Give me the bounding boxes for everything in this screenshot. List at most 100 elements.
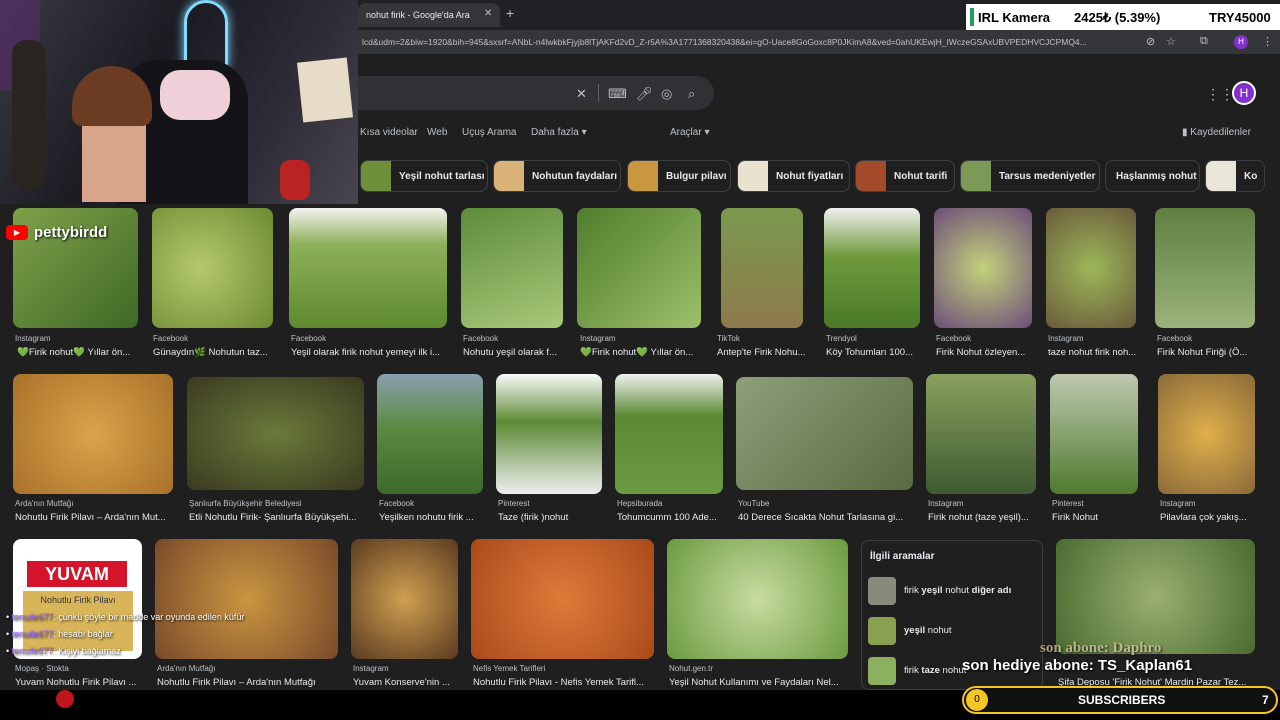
- profile-avatar-small[interactable]: H: [1234, 35, 1248, 49]
- result-image[interactable]: [1155, 208, 1255, 328]
- nav-short-videos[interactable]: Kısa videolar: [360, 127, 418, 138]
- search-icon[interactable]: ⌕: [688, 86, 695, 102]
- result-title[interactable]: Yeşilken nohutu firik ...: [379, 512, 483, 523]
- result-title[interactable]: Nohutlu Firik Pilavı – Arda'nın Mut...: [15, 512, 175, 523]
- result-card[interactable]: [155, 539, 338, 659]
- saved-button[interactable]: ▮ Kaydedilenler: [1182, 127, 1251, 138]
- result-title[interactable]: Yuvam Konserve'nin ...: [353, 677, 459, 688]
- bookmark-star-icon[interactable]: ☆: [1166, 35, 1176, 48]
- result-image[interactable]: [934, 208, 1032, 328]
- chip-chickpea-recipe[interactable]: Nohut tarifi: [855, 160, 955, 192]
- related-item[interactable]: yeşil nohut: [866, 615, 1040, 649]
- result-image[interactable]: [721, 208, 803, 328]
- result-card[interactable]: [461, 208, 563, 328]
- result-card[interactable]: [577, 208, 701, 328]
- result-card[interactable]: [1158, 374, 1255, 494]
- chip-boiled-chickpea[interactable]: Haşlanmış nohut: [1105, 160, 1200, 192]
- result-title[interactable]: 💚Firik nohut💚 Yıllar ön...: [580, 347, 700, 358]
- chip-more[interactable]: Ko: [1205, 160, 1265, 192]
- result-card[interactable]: [289, 208, 447, 328]
- result-image[interactable]: [496, 374, 602, 494]
- result-card[interactable]: [934, 208, 1032, 328]
- nav-more[interactable]: Daha fazla ▾: [531, 127, 587, 138]
- result-title[interactable]: Günaydın🌿 Nohutun taz...: [153, 347, 273, 358]
- result-image[interactable]: [736, 377, 913, 490]
- result-card[interactable]: [1050, 374, 1138, 494]
- result-image[interactable]: [577, 208, 701, 328]
- result-image[interactable]: [461, 208, 563, 328]
- result-card[interactable]: [187, 377, 364, 490]
- result-image[interactable]: [1158, 374, 1255, 494]
- result-card[interactable]: [1155, 208, 1255, 328]
- chip-chickpea-benefits[interactable]: Nohutun faydaları: [493, 160, 621, 192]
- result-card[interactable]: [721, 208, 803, 328]
- result-image[interactable]: [377, 374, 483, 494]
- related-item[interactable]: firik yeşil nohut diğer adı: [866, 575, 1040, 609]
- result-image[interactable]: [1050, 374, 1138, 494]
- result-image[interactable]: [152, 208, 273, 328]
- url-text[interactable]: lcd&udm=2&biw=1920&bih=945&sxsrf=ANbL-n4…: [362, 37, 1144, 47]
- result-title[interactable]: Yuvam Nohutlu Firik Pilavı ...: [15, 677, 143, 688]
- tab-close-icon[interactable]: ✕: [484, 8, 492, 19]
- result-card[interactable]: [824, 208, 920, 328]
- result-title[interactable]: 💚Firik nohut💚 Yıllar ön...: [17, 347, 139, 358]
- result-card[interactable]: [471, 539, 654, 659]
- result-card[interactable]: [152, 208, 273, 328]
- result-card[interactable]: [1046, 208, 1136, 328]
- result-card[interactable]: [615, 374, 723, 494]
- result-title[interactable]: Nohutlu Firik Pilavı – Arda'nın Mutfağı: [157, 677, 339, 688]
- clear-search-icon[interactable]: ✕: [576, 86, 587, 102]
- menu-icon[interactable]: ⋮: [1262, 35, 1273, 48]
- result-image[interactable]: [667, 539, 848, 659]
- keyboard-icon[interactable]: ⌨: [608, 86, 627, 102]
- result-image[interactable]: [926, 374, 1036, 494]
- result-title[interactable]: Firik Nohut: [1052, 512, 1138, 523]
- chip-chickpea-prices[interactable]: Nohut fiyatları: [737, 160, 850, 192]
- browser-tab[interactable]: nohut firik - Google'da Ara: [358, 3, 500, 27]
- nav-flights[interactable]: Uçuş Arama: [462, 127, 516, 138]
- result-title[interactable]: Taze (firik )nohut: [498, 512, 602, 523]
- result-card[interactable]: [736, 377, 913, 490]
- result-title[interactable]: Firik Nohut özleyen...: [936, 347, 1032, 358]
- result-image[interactable]: [187, 377, 364, 490]
- result-image[interactable]: [155, 539, 338, 659]
- microphone-icon[interactable]: 🎤︎: [636, 86, 653, 102]
- eye-off-icon[interactable]: ⊘: [1146, 35, 1155, 48]
- lens-icon[interactable]: ◎: [661, 86, 672, 102]
- result-title[interactable]: Firik Nohut Firiği (Ö...: [1157, 347, 1257, 358]
- extensions-icon[interactable]: ⧉: [1200, 35, 1208, 48]
- result-title[interactable]: Antep'te Firik Nohu...: [717, 347, 807, 358]
- result-title[interactable]: Köy Tohumları 100...: [826, 347, 922, 358]
- result-title[interactable]: Nohutu yeşil olarak f...: [463, 347, 563, 358]
- chip-bulgur-pilaf[interactable]: Bulgur pilavı: [627, 160, 731, 192]
- chip-tarsus[interactable]: Tarsus medeniyetler: [960, 160, 1100, 192]
- nav-web[interactable]: Web: [427, 127, 447, 138]
- result-card[interactable]: [496, 374, 602, 494]
- result-title[interactable]: Pilavlara çok yakış...: [1160, 512, 1256, 523]
- result-card[interactable]: [926, 374, 1036, 494]
- result-image[interactable]: [1056, 539, 1255, 654]
- result-image[interactable]: [824, 208, 920, 328]
- result-card[interactable]: [667, 539, 848, 659]
- result-card[interactable]: [377, 374, 483, 494]
- result-title[interactable]: Firik nohut (taze yeşil)...: [928, 512, 1036, 523]
- result-image[interactable]: [615, 374, 723, 494]
- chip-green-chickpea-field[interactable]: Yeşil nohut tarlası: [360, 160, 488, 192]
- result-image[interactable]: [351, 539, 458, 659]
- result-image[interactable]: [1046, 208, 1136, 328]
- result-title[interactable]: Nohutlu Firik Pilavı - Nefis Yemek Tarif…: [473, 677, 655, 688]
- result-card[interactable]: [13, 374, 173, 494]
- result-title[interactable]: 40 Derece Sıcakta Nohut Tarlasına gi...: [738, 512, 914, 523]
- result-title[interactable]: taze nohut firik noh...: [1048, 347, 1136, 358]
- result-title[interactable]: Yeşil Nohut Kullanımı ve Faydaları Nel..…: [669, 677, 849, 688]
- result-image[interactable]: [289, 208, 447, 328]
- result-image[interactable]: [471, 539, 654, 659]
- result-card[interactable]: [1056, 539, 1255, 654]
- result-image[interactable]: [13, 374, 173, 494]
- result-card[interactable]: YUVAM Nohutlu Firik Pilavı: [13, 539, 142, 659]
- result-title[interactable]: Etli Nohutlu Firik- Şanlıurfa Büyükşehi.…: [189, 512, 365, 523]
- tools-button[interactable]: Araçlar ▾: [670, 127, 709, 138]
- result-card[interactable]: [351, 539, 458, 659]
- result-image[interactable]: YUVAM Nohutlu Firik Pilavı: [13, 539, 142, 659]
- result-title[interactable]: Tohumcumm 100 Ade...: [617, 512, 723, 523]
